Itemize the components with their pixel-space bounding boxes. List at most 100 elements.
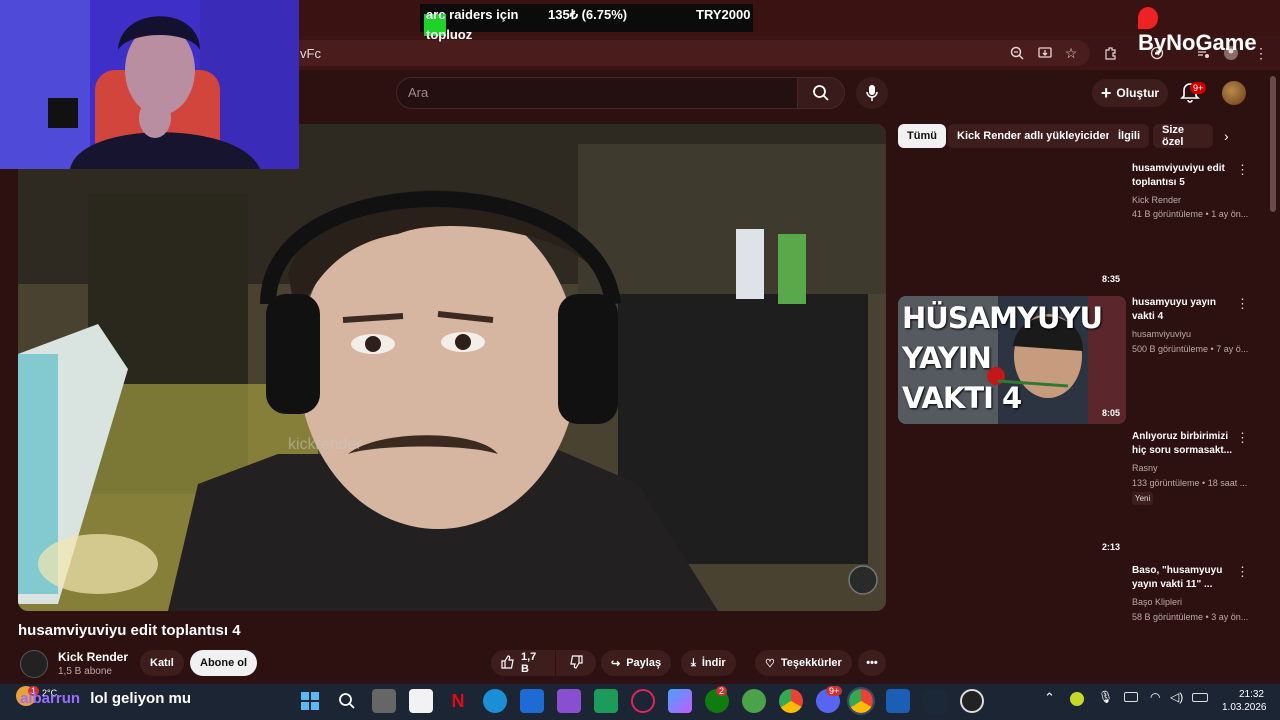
video-frame <box>18 124 886 611</box>
subscribe-label: Abone ol <box>200 657 248 669</box>
extensions-icon[interactable] <box>1100 42 1122 64</box>
app-icon[interactable] <box>557 689 581 713</box>
scrollbar-thumb[interactable] <box>1270 76 1276 212</box>
thumbs-up-icon <box>501 654 515 672</box>
bookmark-star-icon[interactable]: ☆ <box>1060 42 1082 64</box>
thanks-button[interactable]: ♡ Teşekkürler <box>755 650 852 676</box>
sidebar-meta: 58 B görüntüleme • 3 ay ön... <box>1132 612 1248 622</box>
share-label: Paylaş <box>626 657 662 669</box>
tray-mic-icon[interactable]: 🎙 <box>1098 690 1113 704</box>
search-taskbar-icon[interactable] <box>335 689 359 713</box>
video-title: husamviyuviyu edit toplantısı 4 <box>18 622 241 639</box>
sidebar-thumbnail-3[interactable] <box>898 430 1126 558</box>
app-icon[interactable] <box>520 689 544 713</box>
chip-from-uploader[interactable]: Kick Render adlı yükleyiciden <box>948 124 1122 148</box>
dislike-button[interactable] <box>556 650 596 676</box>
more-options-icon[interactable]: ⋮ <box>1236 430 1249 446</box>
join-label: Katıl <box>150 657 174 669</box>
join-button[interactable]: Katıl <box>140 650 184 676</box>
more-dots-icon: ••• <box>866 657 878 669</box>
thumbs-down-icon <box>569 654 583 672</box>
goal-target: TRY2000 <box>696 7 751 22</box>
sidebar-channel[interactable]: Kick Render <box>1132 195 1248 205</box>
wifi-icon[interactable]: ◠ <box>1150 690 1160 704</box>
download-label: İndir <box>701 657 726 669</box>
duration-badge: 2:13 <box>1102 542 1121 552</box>
search-icon <box>813 85 829 101</box>
duration-badge: 8:35 <box>1102 274 1121 284</box>
copilot-icon[interactable] <box>668 689 692 713</box>
share-button[interactable]: ↪ Paylaş <box>601 650 672 676</box>
video-watermark: kickrender <box>288 436 362 453</box>
create-label: Oluştur <box>1116 86 1160 100</box>
search-input[interactable] <box>396 77 798 109</box>
chrome-icon[interactable] <box>779 689 803 713</box>
tray-chevron-icon[interactable]: ⌃ <box>1044 690 1055 706</box>
like-count: 1,7 B <box>521 651 537 675</box>
app-icon[interactable] <box>886 689 910 713</box>
battery-icon <box>1192 693 1208 702</box>
more-options-icon[interactable]: ⋮ <box>1236 564 1249 580</box>
file-icon[interactable] <box>409 689 433 713</box>
keyboard-icon[interactable] <box>1124 692 1138 702</box>
obs-icon[interactable] <box>960 689 984 713</box>
clock[interactable]: 21:32 1.03.2026 <box>1222 688 1267 714</box>
chevron-right-icon[interactable]: › <box>1224 128 1229 144</box>
chip-related[interactable]: İlgili <box>1109 124 1149 148</box>
steam-icon[interactable] <box>923 689 947 713</box>
bynogame-logo: ByNoGame <box>1138 4 1280 56</box>
tray-app-icon[interactable] <box>1070 692 1084 706</box>
new-badge: Yeni <box>1132 492 1154 505</box>
microphone-icon <box>866 85 878 101</box>
sidebar-meta: 500 B görüntüleme • 7 ay ö... <box>1132 344 1248 354</box>
channel-name[interactable]: Kick Render <box>58 650 128 664</box>
chip-for-you[interactable]: Size özel <box>1153 124 1213 148</box>
create-button[interactable]: + Oluştur <box>1092 79 1168 107</box>
sidebar-video-title[interactable]: Baso, "husamyuyu yayın vakti 11" ... <box>1132 564 1240 592</box>
search-placeholder: Ara <box>408 85 429 100</box>
volume-icon[interactable]: ◁) <box>1170 690 1183 704</box>
utorrent-icon[interactable] <box>742 689 766 713</box>
windows-start-icon[interactable] <box>298 689 322 713</box>
opera-icon[interactable] <box>631 689 655 713</box>
video-player[interactable]: kickrender <box>18 124 886 611</box>
zoom-icon[interactable] <box>1006 42 1028 64</box>
chat-overlay: aibarrun lol geliyon mu <box>20 690 191 707</box>
sidebar-thumbnail-4[interactable] <box>898 562 1126 690</box>
sidebar-video-title[interactable]: husamviyuviyu edit toplantısı 5 <box>1132 162 1240 190</box>
install-app-icon[interactable] <box>1034 42 1056 64</box>
download-button[interactable]: ⤓ İndir <box>681 650 736 676</box>
sidebar-channel[interactable]: husamviyuviyu <box>1132 329 1248 339</box>
sidebar-video-title[interactable]: Anlıyoruz birbirimizi hiç soru sormasakt… <box>1132 430 1240 458</box>
edge-icon[interactable] <box>483 689 507 713</box>
chip-all[interactable]: Tümü <box>898 124 946 148</box>
more-options-icon[interactable]: ⋮ <box>1236 162 1249 178</box>
sidebar-thumbnail-1[interactable] <box>898 158 1126 286</box>
xbox-badge: 2 <box>716 686 728 696</box>
sidebar-meta: 133 görüntüleme • 18 saat ... <box>1132 478 1248 488</box>
like-button[interactable]: 1,7 B <box>491 650 555 676</box>
sidebar-video-title[interactable]: husamyuyu yayın vakti 4 <box>1132 296 1240 324</box>
more-options-icon[interactable]: ⋮ <box>1236 296 1249 312</box>
account-avatar[interactable] <box>1222 81 1246 105</box>
sidebar-thumbnail-2[interactable]: HÜSAMYUYU YAYIN VAKTI 4 8:05 <box>898 296 1126 424</box>
plus-icon: + <box>1100 83 1112 103</box>
voice-search-button[interactable] <box>856 77 888 109</box>
sidebar-channel[interactable]: Başo Klipleri <box>1132 597 1248 607</box>
channel-avatar[interactable] <box>20 650 48 678</box>
chat-message: lol geliyon mu <box>90 690 192 707</box>
sidebar-meta: 41 B görüntüleme • 1 ay ön... <box>1132 209 1248 219</box>
search-button[interactable] <box>797 77 845 109</box>
subscribe-button[interactable]: Abone ol <box>190 650 258 676</box>
store-icon[interactable] <box>594 689 618 713</box>
thanks-label: Teşekkürler <box>780 657 842 669</box>
url-text[interactable]: vFc <box>300 46 321 61</box>
notification-badge: 9+ <box>1190 82 1207 94</box>
task-view-icon[interactable] <box>372 689 396 713</box>
share-icon: ↪ <box>611 657 621 670</box>
bynogame-logo-icon <box>1138 7 1158 30</box>
more-actions-button[interactable]: ••• <box>858 650 886 676</box>
chrome-active-icon[interactable] <box>847 687 875 715</box>
sidebar-channel[interactable]: Rasny <box>1132 463 1248 473</box>
netflix-icon[interactable]: N <box>446 689 470 713</box>
